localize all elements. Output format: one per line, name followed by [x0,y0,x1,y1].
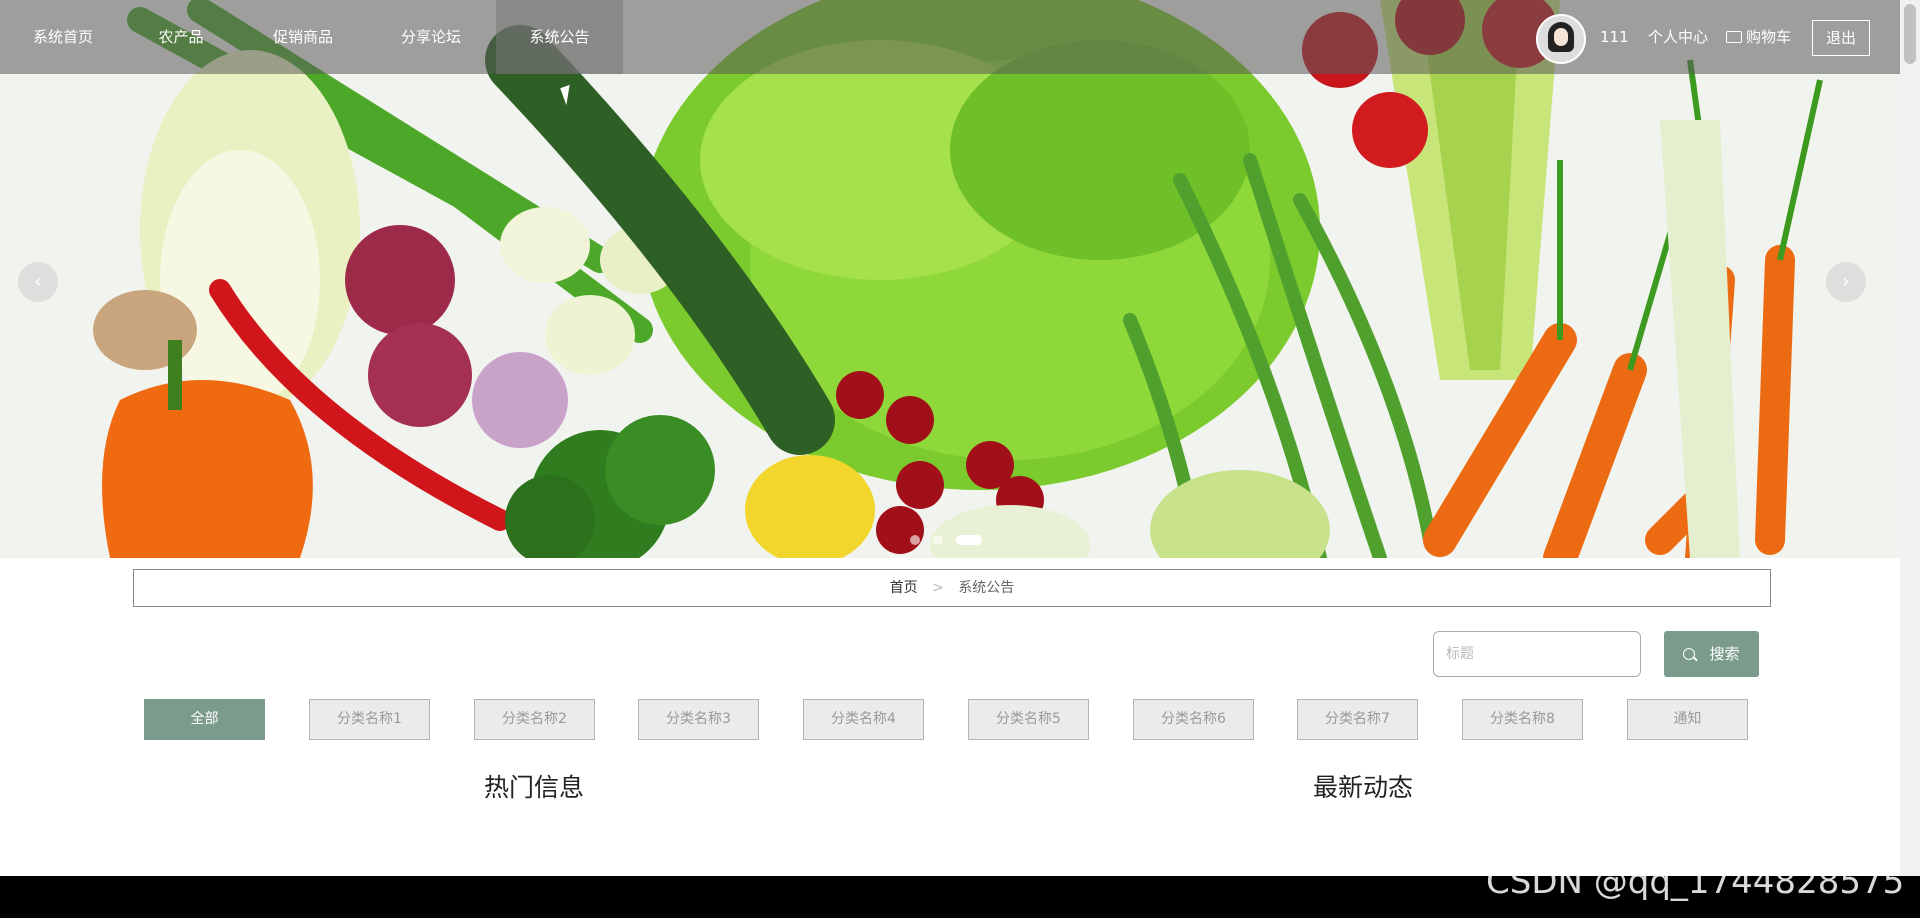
watermark-text: CSDN @qq_1744828575 [1486,862,1905,902]
search-button[interactable]: 搜索 [1664,631,1759,677]
chevron-left-icon: ‹ [34,271,42,292]
category-tab-2[interactable]: 分类名称2 [474,699,595,740]
logout-button[interactable]: 退出 [1812,20,1870,56]
scrollbar-thumb[interactable] [1904,4,1916,64]
category-tab-4[interactable]: 分类名称4 [803,699,924,740]
category-tab-1[interactable]: 分类名称1 [309,699,430,740]
chevron-right-icon: › [1842,271,1850,292]
category-tab-8[interactable]: 分类名称8 [1462,699,1583,740]
breadcrumb: 首页 > 系统公告 [133,569,1771,607]
cart-label: 购物车 [1746,28,1792,46]
search-icon [1683,648,1696,660]
vegetables-illustration [0,0,1900,558]
search-button-label: 搜索 [1709,645,1740,663]
category-tab-6[interactable]: 分类名称6 [1133,699,1254,740]
carousel-prev-button[interactable]: ‹ [18,262,58,302]
hot-info-title: 热门信息 [484,773,585,802]
hero-carousel[interactable]: ‹ › [0,0,1900,558]
breadcrumb-current: 系统公告 [958,580,1015,596]
profile-link[interactable]: 个人中心 [1648,0,1708,74]
category-tab-3[interactable]: 分类名称3 [638,699,759,740]
page-scrollbar[interactable] [1900,0,1920,876]
carousel-dot-active[interactable] [956,535,983,545]
category-tab-notice[interactable]: 通知 [1627,699,1748,740]
category-tab-5[interactable]: 分类名称5 [968,699,1089,740]
category-tab-all[interactable]: 全部 [144,699,265,740]
username-label: 111 [1600,28,1629,46]
nav-item-promotions[interactable]: 促销商品 [255,0,351,74]
nav-item-announcements[interactable]: 系统公告 [496,0,623,74]
nav-item-home[interactable]: 系统首页 [15,0,111,74]
nav-item-forum[interactable]: 分享论坛 [383,0,479,74]
carousel-next-button[interactable]: › [1826,262,1866,302]
search-input[interactable] [1433,631,1641,677]
top-navbar: 系统首页 农产品 促销商品 分享论坛 系统公告 111 个人中心 购物车 退出 [0,0,1900,74]
category-tab-7[interactable]: 分类名称7 [1297,699,1418,740]
page: ‹ › 系统首页 农产品 促销商品 分享论坛 系统公告 111 个人中心 购物车… [0,0,1900,876]
breadcrumb-home[interactable]: 首页 [890,580,918,596]
cart-link[interactable]: 购物车 [1726,0,1791,74]
cart-icon [1726,31,1742,43]
nav-item-products[interactable]: 农产品 [133,0,229,74]
breadcrumb-separator: > [932,580,944,596]
avatar[interactable] [1536,14,1586,64]
carousel-dot[interactable] [933,535,944,545]
carousel-dot[interactable] [910,535,920,545]
carousel-indicators [910,530,990,549]
latest-news-title: 最新动态 [1313,773,1414,802]
